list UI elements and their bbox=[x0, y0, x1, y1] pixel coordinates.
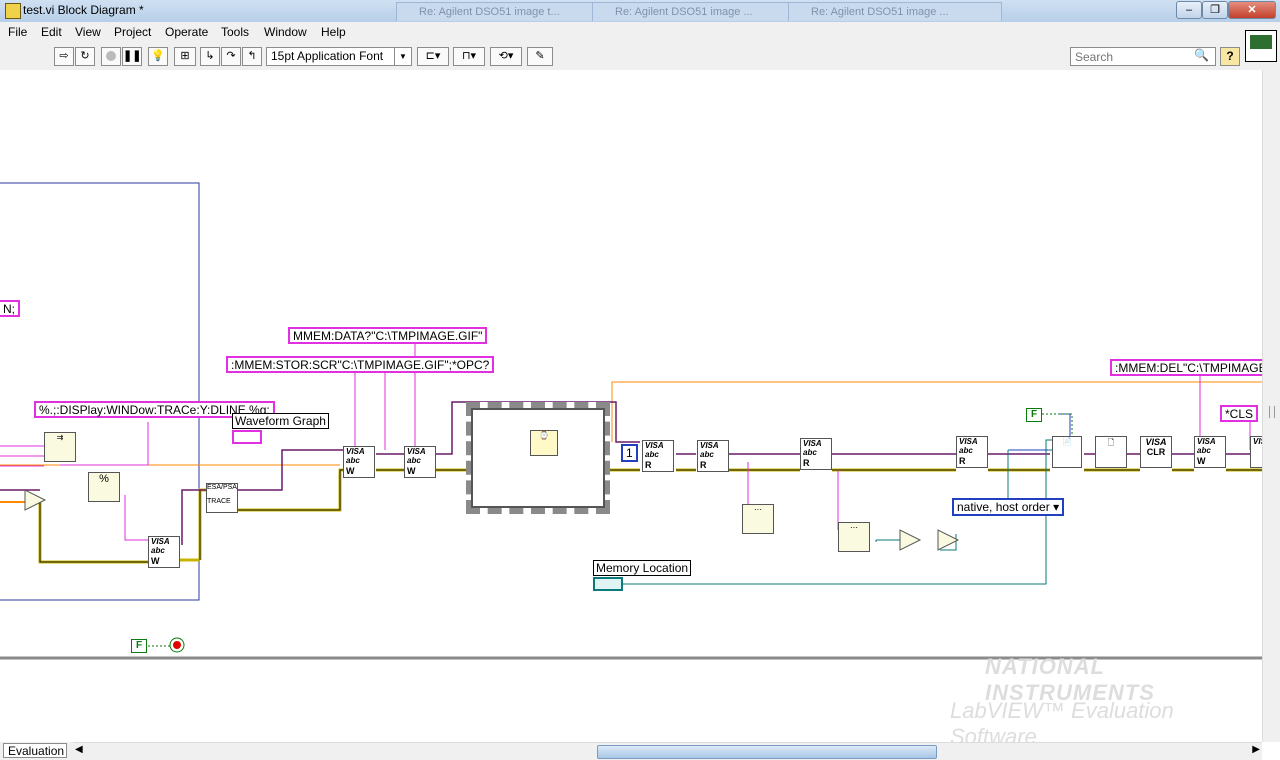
visa-write-4[interactable]: VISA abc W bbox=[1194, 436, 1226, 468]
step-out-icon[interactable]: ↰ bbox=[242, 47, 262, 66]
string-const-partial[interactable]: N; bbox=[0, 300, 20, 317]
waveform-graph-label[interactable]: Waveform Graph bbox=[232, 413, 329, 429]
context-help-button[interactable]: ? bbox=[1220, 47, 1240, 66]
taskbar-tab-2[interactable]: Re: Agilent DSO51 image ... bbox=[592, 2, 806, 21]
search-box[interactable]: 🔍 bbox=[1070, 47, 1216, 66]
chevron-down-icon: ▾ bbox=[1053, 500, 1060, 514]
toolbar: ⇨ ↻ ❚❚ 💡 ⊞ ↳ ↷ ↰ 15pt Application Font ▼… bbox=[0, 43, 1280, 71]
close-button[interactable]: ✕ bbox=[1228, 1, 1276, 19]
highlight-execution-icon[interactable]: 💡 bbox=[148, 47, 168, 66]
false-const-2[interactable]: F bbox=[131, 639, 147, 653]
false-const-1[interactable]: F bbox=[1026, 408, 1042, 422]
pause-icon[interactable]: ❚❚ bbox=[122, 47, 142, 66]
menu-bar: File Edit View Project Operate Tools Win… bbox=[0, 22, 1280, 43]
horizontal-scroll-thumb[interactable] bbox=[597, 745, 937, 759]
visa-write-1[interactable]: VISA abc W bbox=[148, 536, 180, 568]
waveform-graph-terminal[interactable] bbox=[232, 430, 262, 444]
menu-project[interactable]: Project bbox=[114, 25, 151, 39]
reorder-icon[interactable]: ⟲▾ bbox=[490, 47, 522, 66]
menu-operate[interactable]: Operate bbox=[165, 25, 208, 39]
format-string-icon[interactable]: % bbox=[88, 472, 120, 502]
menu-edit[interactable]: Edit bbox=[41, 25, 62, 39]
minimize-button[interactable]: – bbox=[1176, 1, 1202, 19]
status-bar: Evaluation bbox=[0, 742, 73, 760]
chevron-down-icon: ▼ bbox=[394, 48, 411, 65]
run-arrow-icon[interactable]: ⇨ bbox=[54, 47, 74, 66]
abort-icon[interactable] bbox=[101, 47, 121, 66]
string-to-number-icon[interactable]: ⋯ bbox=[838, 522, 870, 552]
memory-location-label[interactable]: Memory Location bbox=[593, 560, 692, 576]
distribute-objects-icon[interactable]: ⊓▾ bbox=[453, 47, 485, 66]
array-subset-icon[interactable]: ⋯ bbox=[742, 504, 774, 534]
compare-node bbox=[24, 489, 47, 511]
taskbar-tab-1[interactable]: Re: Agilent DSO51 image t... bbox=[396, 2, 610, 21]
font-select-value: 15pt Application Font bbox=[271, 49, 384, 63]
string-const-mmem-stor[interactable]: :MMEM:STOR:SCR"C:\TMPIMAGE.GIF";*OPC? bbox=[226, 356, 495, 373]
visa-write-3[interactable]: VISA abc W bbox=[404, 446, 436, 478]
visa-read-2[interactable]: VISA abc R bbox=[697, 440, 729, 472]
flat-sequence-frame bbox=[471, 408, 605, 508]
string-const-mmem-del[interactable]: :MMEM:DEL"C:\TMPIMAGE bbox=[1110, 359, 1262, 376]
block-diagram-canvas[interactable]: N; %.;:DISPlay:WINDow:TRACe:Y:DLINE %g; … bbox=[0, 70, 1262, 742]
maximize-button[interactable]: ❐ bbox=[1202, 1, 1228, 19]
scroll-left-icon[interactable]: ◀ bbox=[75, 744, 83, 755]
menu-tools[interactable]: Tools bbox=[221, 25, 249, 39]
window-title: test.vi Block Diagram * bbox=[23, 3, 144, 17]
byte-order-ring-value: native, host order bbox=[957, 500, 1050, 514]
visa-read-3[interactable]: VISA abc R bbox=[800, 438, 832, 470]
close-file-icon[interactable]: 🗋 bbox=[1095, 436, 1127, 468]
menu-window[interactable]: Window bbox=[264, 25, 307, 39]
numeric-const-one[interactable]: 1 bbox=[621, 444, 638, 462]
title-bar: test.vi Block Diagram * Re: Agilent DSO5… bbox=[0, 0, 1280, 23]
vertical-scrollbar[interactable] bbox=[1262, 70, 1280, 742]
step-over-icon[interactable]: ↷ bbox=[221, 47, 241, 66]
esa-trace-node[interactable]: ESA/PSA TRACE bbox=[206, 483, 238, 513]
increment-node-1 bbox=[899, 529, 922, 551]
step-into-icon[interactable]: ↳ bbox=[200, 47, 220, 66]
vi-icon[interactable] bbox=[1245, 30, 1277, 62]
visa-read-4[interactable]: VISA abc R bbox=[956, 436, 988, 468]
taskbar-tab-3[interactable]: Re: Agilent DSO51 image ... bbox=[788, 2, 1002, 21]
visa-clear-node[interactable]: VISA CLR bbox=[1140, 436, 1172, 468]
visa-write-5[interactable]: VISA bbox=[1250, 436, 1262, 468]
menu-view[interactable]: View bbox=[75, 25, 101, 39]
wait-ms-icon[interactable]: ⌚ bbox=[530, 430, 558, 456]
search-input[interactable] bbox=[1075, 49, 1185, 64]
scroll-right-icon[interactable]: ▶ bbox=[1252, 744, 1260, 755]
search-icon[interactable]: 🔍 bbox=[1194, 48, 1209, 62]
string-const-cls[interactable]: *CLS bbox=[1220, 405, 1259, 422]
memory-location-terminal[interactable] bbox=[593, 577, 623, 591]
run-continuous-icon[interactable]: ↻ bbox=[75, 47, 95, 66]
horizontal-scrollbar[interactable]: ◀ ▶ bbox=[73, 742, 1262, 760]
retain-wire-values-icon[interactable]: ⊞ bbox=[174, 47, 196, 66]
font-select[interactable]: 15pt Application Font ▼ bbox=[266, 47, 412, 66]
context-status[interactable]: Evaluation bbox=[3, 743, 67, 758]
visa-read-1[interactable]: VISA abc R bbox=[642, 440, 674, 472]
write-binary-file-icon[interactable]: 📄 bbox=[1052, 436, 1082, 468]
clean-up-diagram-icon[interactable]: ✎ bbox=[527, 47, 553, 66]
format-into-string-icon[interactable]: ⇉ bbox=[44, 432, 76, 462]
increment-node-2 bbox=[937, 529, 960, 551]
byte-order-ring[interactable]: native, host order ▾ bbox=[952, 498, 1065, 516]
align-objects-icon[interactable]: ⊏▾ bbox=[417, 47, 449, 66]
string-const-mmem-data[interactable]: MMEM:DATA?"C:\TMPIMAGE.GIF" bbox=[288, 327, 488, 344]
menu-file[interactable]: File bbox=[8, 25, 27, 39]
scroll-grip-icon[interactable] bbox=[1269, 406, 1275, 418]
menu-help[interactable]: Help bbox=[321, 25, 346, 39]
visa-write-2[interactable]: VISA abc W bbox=[343, 446, 375, 478]
labview-app-icon bbox=[5, 3, 21, 19]
